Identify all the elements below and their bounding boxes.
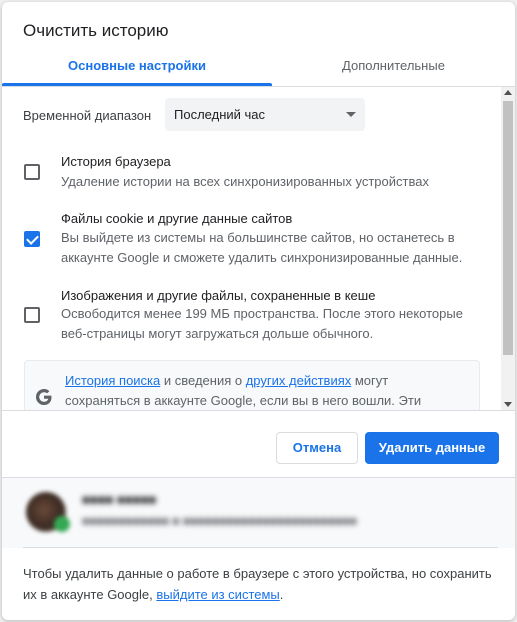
other-activity-link[interactable]: других действиях: [246, 373, 352, 388]
cache-title: Изображения и другие файлы, сохраненные …: [61, 288, 376, 303]
browsing-history-title: История браузера: [61, 154, 171, 169]
scroll-down-arrow-icon[interactable]: [504, 402, 512, 407]
time-range-value: Последний час: [174, 107, 266, 122]
footer-separator: [23, 547, 498, 548]
cookies-title: Файлы cookie и другие данные сайтов: [61, 211, 293, 226]
checkbox-cookies[interactable]: [24, 231, 40, 247]
info-text-part1: и сведения о: [160, 373, 246, 388]
tab-advanced-label: Дополнительные: [342, 58, 445, 73]
account-name-redacted: ■■■■ ■■■■■: [82, 492, 157, 507]
scrollbar[interactable]: [501, 87, 515, 410]
dropdown-arrow-icon: [346, 112, 356, 117]
cache-desc: Освободится менее 199 МБ пространства. П…: [61, 306, 463, 341]
tab-basic-settings[interactable]: Основные настройки: [2, 48, 272, 86]
settings-scroll-area[interactable]: Временной диапазон Последний час История…: [2, 87, 515, 410]
checkbox-cache[interactable]: [24, 307, 40, 323]
sign-out-link[interactable]: выйдите из системы: [156, 587, 279, 602]
scroll-up-arrow-icon[interactable]: [504, 90, 512, 95]
checkbox-browsing-history[interactable]: [24, 164, 40, 180]
google-g-icon: [36, 389, 52, 405]
time-range-select[interactable]: Последний час: [165, 98, 365, 131]
tab-advanced[interactable]: Дополнительные: [272, 48, 515, 86]
search-history-link[interactable]: История поиска: [65, 373, 160, 388]
clear-browsing-data-dialog: Очистить историю Основные настройки Допо…: [2, 2, 515, 620]
footer-end: .: [279, 587, 284, 602]
sync-status-icon: [54, 516, 70, 532]
time-range-label: Временной диапазон: [23, 108, 152, 123]
delete-data-button[interactable]: Удалить данные: [365, 432, 499, 464]
tab-basic-label: Основные настройки: [68, 58, 206, 73]
browsing-history-desc: Удаление истории на всех синхронизирован…: [61, 174, 429, 189]
account-email-redacted: ■■■■■■■■■■■■ ■ ■■■■■■■■■■■■■■■■■■■■■■■■: [82, 514, 357, 528]
footer-note: Чтобы удалить данные о работе в браузере…: [23, 563, 501, 605]
cancel-button[interactable]: Отмена: [276, 432, 358, 464]
dialog-title: Очистить историю: [23, 21, 169, 40]
account-section: ■■■■ ■■■■■ ■■■■■■■■■■■■ ■ ■■■■■■■■■■■■■■…: [2, 478, 515, 548]
content-divider: [2, 410, 515, 411]
google-activity-info: История поиска и сведения о других дейст…: [24, 360, 480, 410]
checkmark-icon: [26, 232, 39, 245]
info-text: История поиска и сведения о других дейст…: [65, 371, 465, 410]
cookies-desc: Вы выйдете из системы на большинстве сай…: [61, 230, 463, 265]
scrollbar-thumb[interactable]: [503, 101, 513, 355]
tabs-bar: Основные настройки Дополнительные: [2, 48, 515, 86]
